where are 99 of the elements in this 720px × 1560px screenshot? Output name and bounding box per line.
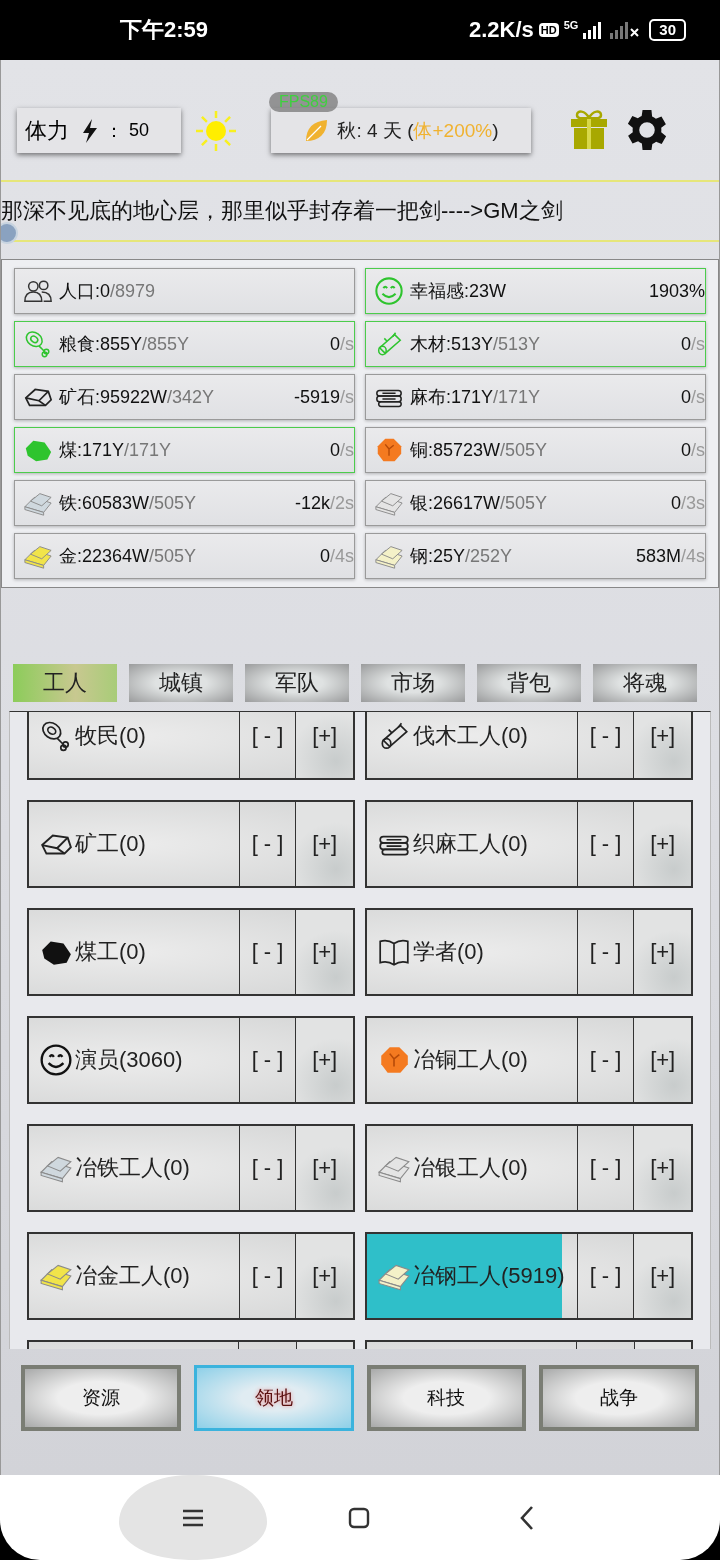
rate-unit: /s	[691, 439, 705, 461]
worker-name: 演员(3060)	[75, 1046, 183, 1074]
sun-icon	[195, 110, 237, 152]
resource-rate: -5919	[293, 386, 340, 408]
category-tab[interactable]: 工人	[13, 664, 117, 702]
resource-rate: 0	[319, 545, 330, 567]
resource-rate: 0	[329, 333, 340, 355]
increase-button[interactable]: [+]	[296, 712, 353, 778]
resource-amount: 煤:171Y	[59, 439, 125, 462]
resource-rate: 583M	[635, 545, 681, 567]
resource-capacity: /505Y	[500, 439, 548, 461]
resource-amount: 铜:85723W	[410, 439, 501, 462]
stamina-separator: ：	[105, 119, 123, 143]
increase-button[interactable]: [+]	[634, 1126, 691, 1210]
resource-capacity: /505Y	[500, 492, 548, 514]
worker-name: 矿工(0)	[75, 830, 146, 858]
smiley-icon	[374, 276, 404, 306]
season-text: 秋: 4 天 (体+200%)	[337, 118, 499, 143]
worker-name: 冶铜工人(0)	[413, 1046, 528, 1074]
resource-amount: 人口:0	[59, 280, 110, 303]
no-signal-icon	[610, 21, 641, 39]
resource-capacity: /513Y	[493, 333, 541, 355]
resource-amount: 木材:513Y	[410, 333, 494, 356]
worker-name: 学者(0)	[413, 938, 484, 966]
category-tab[interactable]: 市场	[361, 664, 465, 702]
drumstick-icon	[23, 329, 53, 359]
resource-amount: 铁:60583W	[59, 492, 150, 515]
battery-indicator: 30	[649, 19, 686, 41]
resource-amount: 银:26617W	[410, 492, 501, 515]
resource-capacity: /505Y	[149, 545, 197, 567]
menu-icon	[182, 1508, 204, 1527]
increase-button[interactable]: [+]	[634, 802, 691, 886]
stamina-label: 体力	[25, 116, 69, 145]
increase-button[interactable]: [+]	[634, 1018, 691, 1102]
rate-unit: /3s	[681, 492, 705, 514]
resource-rate: 0	[329, 439, 340, 461]
network-type: 5G	[563, 19, 579, 31]
worker-name: 牧民(0)	[75, 722, 146, 750]
rate-unit: /4s	[330, 545, 354, 567]
resource-capacity: /171Y	[124, 439, 172, 461]
resource-amount: 幸福感:23W	[410, 280, 506, 303]
rate-unit: /2s	[330, 492, 354, 514]
hd-badge: HD	[538, 23, 559, 37]
increase-button[interactable]: [+]	[296, 910, 353, 994]
increase-button[interactable]: [+]	[634, 1234, 691, 1318]
resource-capacity: /171Y	[493, 386, 541, 408]
resource-capacity: /252Y	[465, 545, 513, 567]
rate-unit: /s	[340, 333, 354, 355]
worker-name: 冶银工人(0)	[413, 1154, 528, 1182]
increase-button[interactable]: [+]	[634, 712, 691, 778]
smiley-icon	[39, 1043, 73, 1077]
lightning-icon	[81, 118, 99, 143]
category-tab[interactable]: 背包	[477, 664, 581, 702]
resource-capacity: /855Y	[142, 333, 190, 355]
settings-icon[interactable]	[627, 110, 667, 150]
home-icon[interactable]	[348, 1506, 370, 1529]
rate-unit: /s	[691, 333, 705, 355]
nav-button[interactable]: 科技	[366, 1365, 527, 1431]
increase-button[interactable]: [+]	[296, 802, 353, 886]
network-speed: 2.2K/s	[468, 17, 534, 43]
rate-unit: /4s	[681, 545, 705, 567]
resource-amount: 粮食:855Y	[59, 333, 143, 356]
rate-unit: /s	[340, 386, 354, 408]
resource-capacity: /8979	[110, 280, 156, 302]
rate-unit: /s	[340, 439, 354, 461]
category-tab[interactable]: 将魂	[593, 664, 697, 702]
resource-rate: 0	[670, 492, 681, 514]
increase-button[interactable]: [+]	[296, 1234, 353, 1318]
worker-name: 织麻工人(0)	[413, 830, 528, 858]
leaf-icon	[303, 117, 330, 144]
worker-name: 煤工(0)	[75, 938, 146, 966]
resource-rate: -12k	[294, 492, 330, 514]
rate-unit: /s	[691, 386, 705, 408]
worker-name: 伐木工人(0)	[413, 722, 528, 750]
resource-rate: 0	[680, 386, 691, 408]
status-time: 下午2:59	[120, 16, 209, 44]
worker-name: 冶铁工人(0)	[75, 1154, 190, 1182]
resource-amount: 钢:25Y	[410, 545, 466, 568]
nav-button[interactable]: 战争	[539, 1365, 699, 1431]
increase-button[interactable]: [+]	[296, 1126, 353, 1210]
resource-rate: 0	[680, 333, 691, 355]
worker-name: 冶金工人(0)	[75, 1262, 190, 1290]
announcement-text: 那深不见底的地心层，那里似乎封存着一把剑---->GM之剑	[1, 197, 563, 225]
resource-amount: 金:22364W	[59, 545, 150, 568]
resource-rate: 0	[680, 439, 691, 461]
increase-button[interactable]: [+]	[634, 910, 691, 994]
resource-amount: 麻布:171Y	[410, 386, 494, 409]
back-icon[interactable]	[519, 1504, 535, 1531]
category-tab[interactable]: 城镇	[129, 664, 233, 702]
nav-button[interactable]: 资源	[21, 1365, 181, 1431]
stamina-value: 50	[129, 120, 150, 141]
nav-button[interactable]: 领地	[193, 1365, 354, 1431]
increase-button[interactable]: [+]	[296, 1018, 353, 1102]
resource-rate: 1903%	[648, 280, 705, 302]
resource-capacity: /342Y	[167, 386, 215, 408]
resource-capacity: /505Y	[149, 492, 197, 514]
fps-counter: FPS89	[269, 92, 338, 112]
resource-amount: 矿石:95922W	[59, 386, 168, 409]
category-tab[interactable]: 军队	[245, 664, 349, 702]
